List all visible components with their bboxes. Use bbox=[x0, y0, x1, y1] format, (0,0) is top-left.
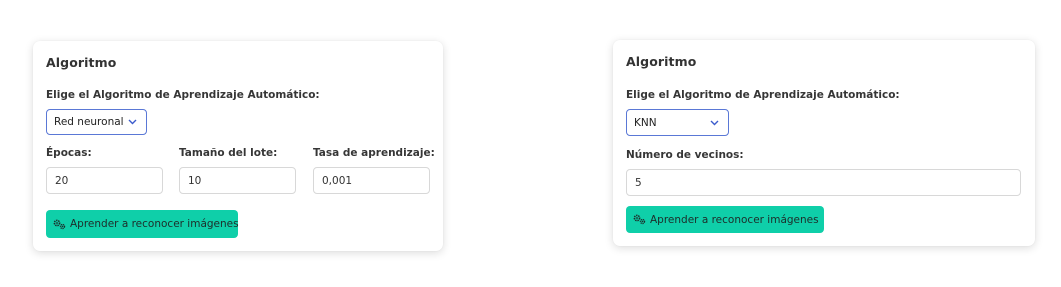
train-button[interactable]: Aprender a reconocer imágenes bbox=[626, 206, 824, 233]
neighbors-label: Número de vecinos: bbox=[626, 149, 744, 161]
card-title: Algoritmo bbox=[46, 55, 117, 70]
train-button-label: Aprender a reconocer imágenes bbox=[70, 218, 239, 230]
chevron-down-icon bbox=[128, 119, 137, 125]
epochs-input[interactable]: 20 bbox=[46, 167, 163, 194]
algorithm-select-value: Red neuronal bbox=[54, 116, 124, 128]
neighbors-value: 5 bbox=[635, 176, 642, 189]
batch-size-label: Tamaño del lote: bbox=[179, 147, 278, 159]
algorithm-label: Elige el Algoritmo de Aprendizaje Automá… bbox=[626, 89, 900, 101]
epochs-value: 20 bbox=[55, 174, 69, 187]
learning-rate-label: Tasa de aprendizaje: bbox=[313, 147, 435, 159]
batch-size-value: 10 bbox=[188, 174, 202, 187]
card-title: Algoritmo bbox=[626, 54, 697, 69]
neighbors-input[interactable]: 5 bbox=[626, 169, 1021, 196]
epochs-label: Épocas: bbox=[46, 147, 92, 159]
algorithm-label: Elige el Algoritmo de Aprendizaje Automá… bbox=[46, 89, 320, 101]
train-button-label: Aprender a reconocer imágenes bbox=[650, 213, 819, 226]
algorithm-card-knn: Algoritmo Elige el Algoritmo de Aprendiz… bbox=[613, 40, 1035, 246]
learning-rate-input[interactable]: 0,001 bbox=[313, 167, 430, 194]
algorithm-select[interactable]: Red neuronal bbox=[46, 109, 147, 135]
train-button[interactable]: Aprender a reconocer imágenes bbox=[46, 210, 239, 238]
gears-icon bbox=[53, 219, 66, 229]
learning-rate-value: 0,001 bbox=[322, 174, 353, 187]
gears-icon bbox=[633, 214, 646, 225]
chevron-down-icon bbox=[710, 120, 719, 125]
algorithm-select[interactable]: KNN bbox=[626, 109, 729, 136]
algorithm-select-value: KNN bbox=[634, 116, 657, 129]
batch-size-input[interactable]: 10 bbox=[179, 167, 296, 194]
algorithm-card-neural-network: Algoritmo Elige el Algoritmo de Aprendiz… bbox=[33, 41, 443, 251]
